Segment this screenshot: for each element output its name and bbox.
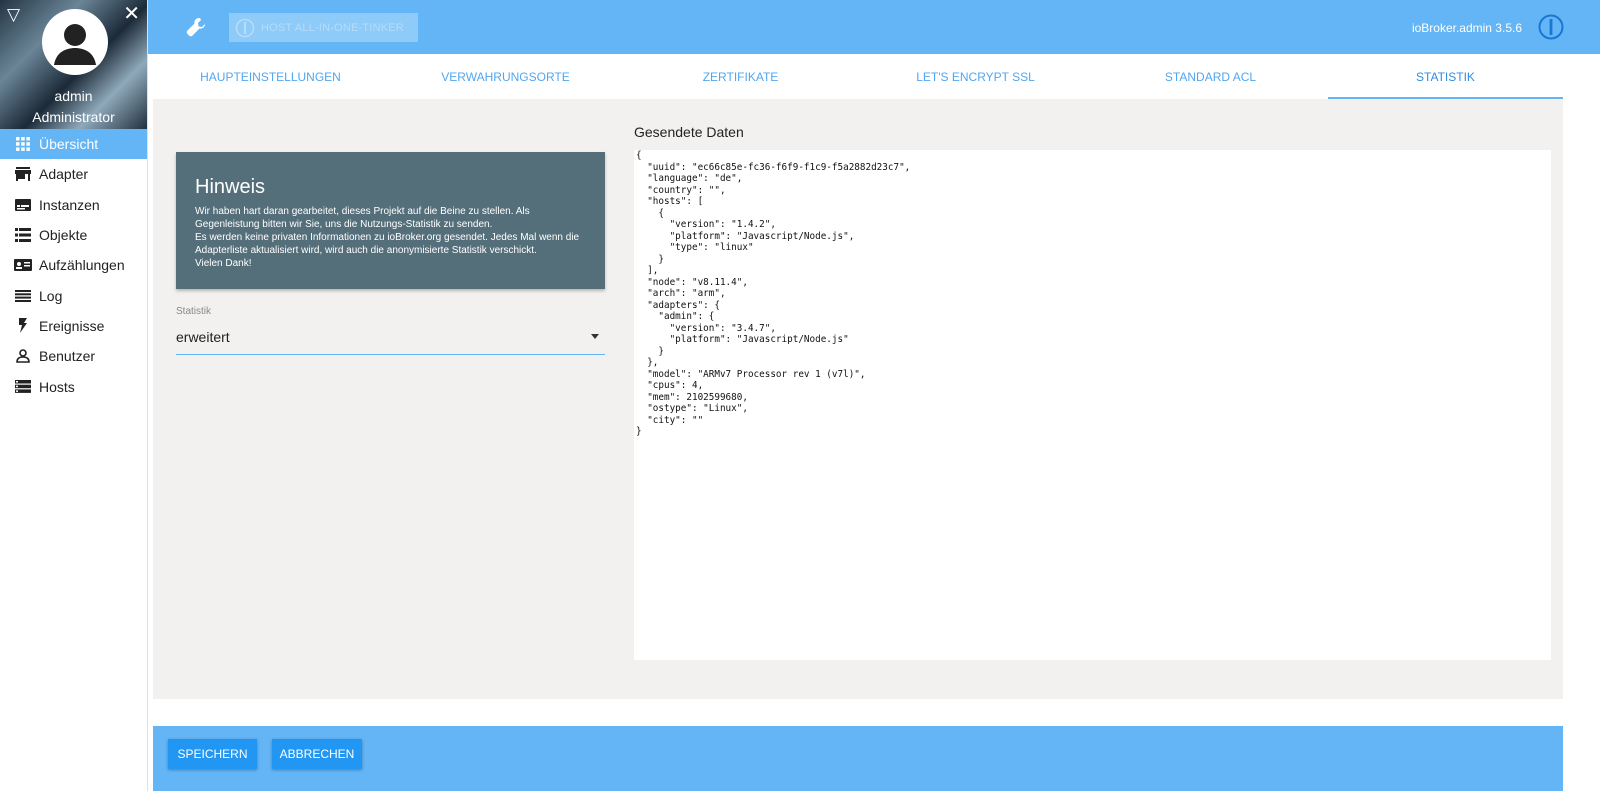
statistik-label: Statistik bbox=[176, 306, 212, 317]
wrench-icon[interactable] bbox=[185, 16, 207, 38]
tab-zertifikate[interactable]: ZERTIFIKATE bbox=[623, 54, 858, 99]
hinweis-card: Hinweis Wir haben hart daran gearbeitet,… bbox=[176, 152, 605, 289]
sidebar-item-label: Hosts bbox=[39, 378, 75, 395]
settings-tabs: HAUPTEINSTELLUNGEN VERWAHRUNGSORTE ZERTI… bbox=[153, 54, 1563, 99]
hinweis-line: Vielen Dank! bbox=[195, 258, 252, 269]
tab-verwahrungsorte[interactable]: VERWAHRUNGSORTE bbox=[388, 54, 623, 99]
main-content: HAUPTEINSTELLUNGEN VERWAHRUNGSORTE ZERTI… bbox=[153, 54, 1563, 791]
sidebar-item-label: Log bbox=[39, 287, 63, 304]
sidebar-item-label: Übersicht bbox=[39, 136, 99, 153]
sidebar-item-instanzen[interactable]: Instanzen bbox=[0, 190, 147, 220]
sidebar-item-objekte[interactable]: Objekte bbox=[0, 220, 147, 250]
footer-bar: SPEICHERN ABBRECHEN bbox=[153, 726, 1563, 791]
statistik-select[interactable]: erweitert bbox=[176, 326, 605, 355]
sidebar-nav: Übersicht Adapter Instanzen Objekte Aufz… bbox=[0, 129, 147, 402]
top-app-bar: HOST ALL-IN-ONE-TINKER ioBroker.admin 3.… bbox=[148, 0, 1600, 54]
sent-data-json: { "uuid": "ec66c85e-fc36-f6f9-f1c9-f5a28… bbox=[634, 150, 1551, 660]
iobroker-logo-icon bbox=[235, 18, 255, 37]
sidebar-item-aufzaehlungen[interactable]: Aufzählungen bbox=[0, 250, 147, 280]
sidebar-item-ereignisse[interactable]: Ereignisse bbox=[0, 311, 147, 341]
user-role: Administrator bbox=[32, 109, 115, 125]
right-margin bbox=[1563, 54, 1600, 791]
tab-statistik[interactable]: STATISTIK bbox=[1328, 54, 1563, 99]
grid-icon bbox=[14, 136, 32, 152]
sidebar-item-label: Adapter bbox=[39, 166, 89, 183]
sidebar-item-hosts[interactable]: Hosts bbox=[0, 371, 147, 401]
json-text: { "uuid": "ec66c85e-fc36-f6f9-f1c9-f5a28… bbox=[636, 150, 911, 437]
sidebar-item-label: Objekte bbox=[39, 227, 88, 244]
tab-standard-acl[interactable]: STANDARD ACL bbox=[1093, 54, 1328, 99]
footer-spacer bbox=[153, 699, 1563, 726]
statistik-value: erweitert bbox=[176, 329, 230, 345]
sidebar-item-log[interactable]: Log bbox=[0, 280, 147, 310]
enum-icon bbox=[14, 257, 32, 273]
host-label: HOST ALL-IN-ONE-TINKER bbox=[261, 21, 404, 34]
person-icon bbox=[14, 348, 32, 364]
tab-haupteinstellungen[interactable]: HAUPTEINSTELLUNGEN bbox=[153, 54, 388, 99]
close-icon[interactable]: ✕ bbox=[123, 4, 140, 24]
list-icon bbox=[14, 227, 32, 243]
user-profile-panel: ▽ ✕ admin Administrator bbox=[0, 0, 147, 129]
hosts-icon bbox=[14, 379, 32, 395]
app-version: ioBroker.admin 3.5.6 bbox=[1411, 21, 1522, 35]
iobroker-logo-icon[interactable] bbox=[1538, 14, 1564, 40]
hinweis-line: Adapterliste aktualisiert wird, wird auc… bbox=[195, 245, 537, 256]
hinweis-line: Wir haben hart daran gearbeitet, dieses … bbox=[195, 206, 530, 217]
dropdown-arrow-icon bbox=[591, 334, 599, 339]
sidebar: ▽ ✕ admin Administrator Übersicht Adapte… bbox=[0, 0, 148, 791]
person-avatar-icon bbox=[54, 24, 96, 65]
hinweis-line: Gegenleistung bitten wir Sie, uns die Nu… bbox=[195, 219, 493, 230]
store-icon bbox=[14, 166, 32, 182]
cancel-button[interactable]: ABBRECHEN bbox=[272, 739, 362, 769]
avatar bbox=[42, 9, 108, 75]
sidebar-item-label: Ereignisse bbox=[39, 317, 105, 334]
instances-icon bbox=[14, 197, 32, 213]
log-icon bbox=[14, 288, 32, 304]
sidebar-item-label: Benutzer bbox=[39, 348, 96, 365]
hinweis-title: Hinweis bbox=[195, 176, 266, 198]
sidebar-item-label: Aufzählungen bbox=[39, 257, 125, 274]
sidebar-item-uebersicht[interactable]: Übersicht bbox=[0, 129, 147, 160]
host-selector[interactable]: HOST ALL-IN-ONE-TINKER bbox=[229, 13, 418, 42]
username: admin bbox=[54, 88, 93, 104]
sent-data-title: Gesendete Daten bbox=[634, 124, 744, 140]
sidebar-item-label: Instanzen bbox=[39, 196, 100, 213]
sidebar-item-benutzer[interactable]: Benutzer bbox=[0, 341, 147, 371]
hinweis-line: Es werden keine privaten Informationen z… bbox=[195, 232, 580, 243]
menu-toggle-icon[interactable]: ▽ bbox=[7, 6, 20, 23]
save-button[interactable]: SPEICHERN bbox=[168, 739, 257, 769]
sidebar-item-adapter[interactable]: Adapter bbox=[0, 159, 147, 189]
hinweis-text: Wir haben hart daran gearbeitet, dieses … bbox=[195, 205, 590, 270]
tab-lets-encrypt-ssl[interactable]: LET'S ENCRYPT SSL bbox=[858, 54, 1093, 99]
flash-icon bbox=[14, 318, 32, 334]
